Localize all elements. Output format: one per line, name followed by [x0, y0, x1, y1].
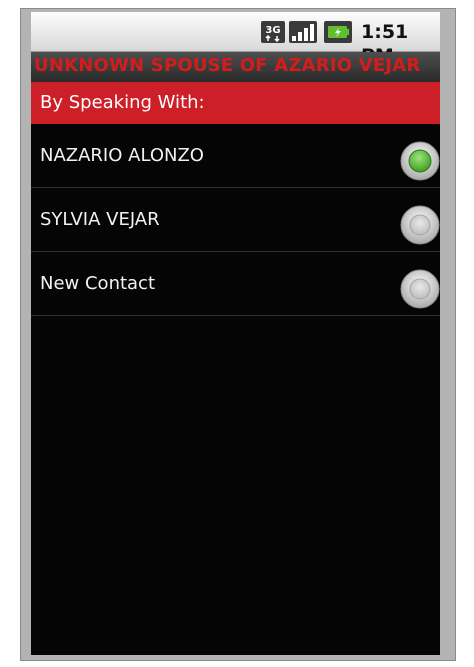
section-header-label: By Speaking With: [40, 92, 205, 113]
option-label: SYLVIA VEJAR [40, 209, 160, 230]
option-row-nazario-alonzo[interactable]: NAZARIO ALONZO [31, 124, 440, 188]
3g-icon: 3G [261, 21, 285, 43]
radio-unselected-icon[interactable] [400, 205, 440, 245]
svg-text:3G: 3G [265, 25, 280, 36]
option-row-new-contact[interactable]: New Contact [31, 252, 440, 316]
app-title: UNKNOWN SPOUSE OF AZARIO VEJAR [34, 55, 421, 76]
contact-options-list: NAZARIO ALONZO SYLVIA VEJAR New Contact [31, 124, 440, 316]
status-clock: 1:51 PM [361, 21, 409, 67]
status-bar: 3G 1:51 PM [31, 12, 440, 67]
phone-screen: 3G 1:51 PM UNKNOWN SPOUSE OF AZARIO VEJA… [31, 12, 440, 655]
section-header: By Speaking With: [31, 82, 440, 124]
signal-icon [289, 21, 317, 43]
option-label: NAZARIO ALONZO [40, 145, 204, 166]
radio-unselected-icon[interactable] [400, 269, 440, 309]
title-bar: UNKNOWN SPOUSE OF AZARIO VEJAR [31, 52, 440, 82]
option-row-sylvia-vejar[interactable]: SYLVIA VEJAR [31, 188, 440, 252]
battery-icon [324, 21, 352, 43]
radio-selected-icon[interactable] [400, 141, 440, 181]
option-label: New Contact [40, 273, 156, 294]
